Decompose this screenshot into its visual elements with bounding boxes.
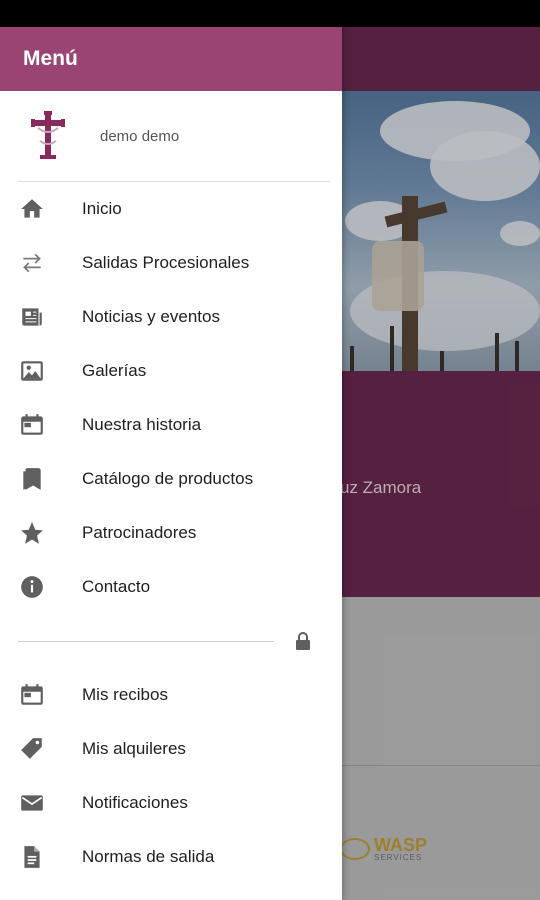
info-icon (19, 574, 45, 600)
menu-item-label: Catálogo de productos (82, 469, 254, 488)
main-menu: Inicio Salidas Procesionales Noticias y … (0, 182, 342, 614)
menu-item-inicio[interactable]: Inicio (0, 182, 342, 236)
menu-item-label: Contacto (82, 577, 151, 596)
menu-item-label: Salidas Procesionales (82, 253, 250, 272)
menu-item-galerias[interactable]: Galerías (0, 344, 342, 398)
menu-item-nuestra-historia[interactable]: Nuestra historia (0, 398, 342, 452)
document-icon (19, 844, 45, 870)
drawer-title: Menú (23, 47, 78, 70)
image-gallery-icon (19, 358, 45, 384)
menu-item-catalogo-productos[interactable]: Catálogo de productos (0, 452, 342, 506)
status-bar (0, 0, 540, 27)
bookmarks-icon (19, 466, 45, 492)
user-name: demo demo (100, 128, 180, 145)
menu-item-patrocinadores[interactable]: Patrocinadores (0, 506, 342, 560)
menu-item-noticias-eventos[interactable]: Noticias y eventos (0, 290, 342, 344)
navigation-drawer: Menú demo demo Inicio Salidas Procesiona… (0, 27, 342, 900)
brotherhood-cross-logo (28, 111, 68, 163)
menu-item-label: Normas de salida (82, 847, 215, 866)
menu-item-label: Notificaciones (82, 793, 188, 812)
private-section-divider (0, 614, 342, 668)
swap-arrows-icon (19, 250, 45, 276)
menu-item-label: Inicio (82, 199, 122, 218)
calendar-icon (19, 682, 45, 708)
menu-item-notificaciones[interactable]: Notificaciones (0, 776, 342, 830)
star-icon (19, 520, 45, 546)
menu-item-label: Noticias y eventos (82, 307, 220, 326)
private-menu: Mis recibos Mis alquileres Notificacione… (0, 668, 342, 884)
divider (18, 641, 274, 642)
home-icon (19, 196, 45, 222)
newspaper-icon (19, 304, 45, 330)
menu-item-label: Galerías (82, 361, 147, 380)
calendar-icon (19, 412, 45, 438)
menu-item-salidas-procesionales[interactable]: Salidas Procesionales (0, 236, 342, 290)
menu-item-label: Mis alquileres (82, 739, 186, 758)
lock-icon (294, 631, 312, 651)
menu-item-normas-salida[interactable]: Normas de salida (0, 830, 342, 884)
menu-item-label: Patrocinadores (82, 523, 197, 542)
tag-icon (19, 736, 45, 762)
menu-item-mis-recibos[interactable]: Mis recibos (0, 668, 342, 722)
menu-item-label: Nuestra historia (82, 415, 202, 434)
menu-item-mis-alquileres[interactable]: Mis alquileres (0, 722, 342, 776)
menu-item-label: Mis recibos (82, 685, 168, 704)
drawer-header: Menú (0, 27, 342, 91)
menu-item-contacto[interactable]: Contacto (0, 560, 342, 614)
mail-icon (19, 790, 45, 816)
user-profile[interactable]: demo demo (0, 91, 342, 181)
